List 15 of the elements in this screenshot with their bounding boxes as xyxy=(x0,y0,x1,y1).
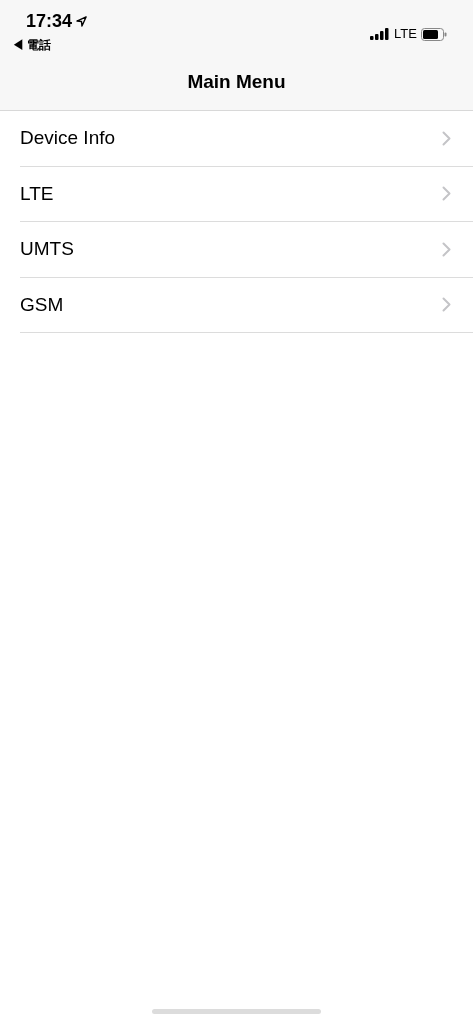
chevron-right-icon xyxy=(442,130,451,146)
chevron-right-icon xyxy=(442,241,451,257)
menu-item[interactable]: UMTS xyxy=(20,222,473,278)
nav-title: Main Menu xyxy=(187,70,286,94)
chevron-right-icon xyxy=(442,186,451,202)
chevron-right-icon xyxy=(442,297,451,313)
back-to-app-link[interactable]: ◀ 電話 xyxy=(12,36,88,54)
menu-item[interactable]: Device Info xyxy=(20,111,473,167)
location-arrow-icon xyxy=(76,16,88,27)
clock-time: 17:34 xyxy=(26,10,73,33)
menu-item[interactable]: LTE xyxy=(20,166,473,222)
menu-item[interactable]: GSM xyxy=(20,277,473,333)
signal-icon xyxy=(370,28,391,40)
network-type: LTE xyxy=(394,25,417,44)
battery-icon xyxy=(421,27,447,41)
